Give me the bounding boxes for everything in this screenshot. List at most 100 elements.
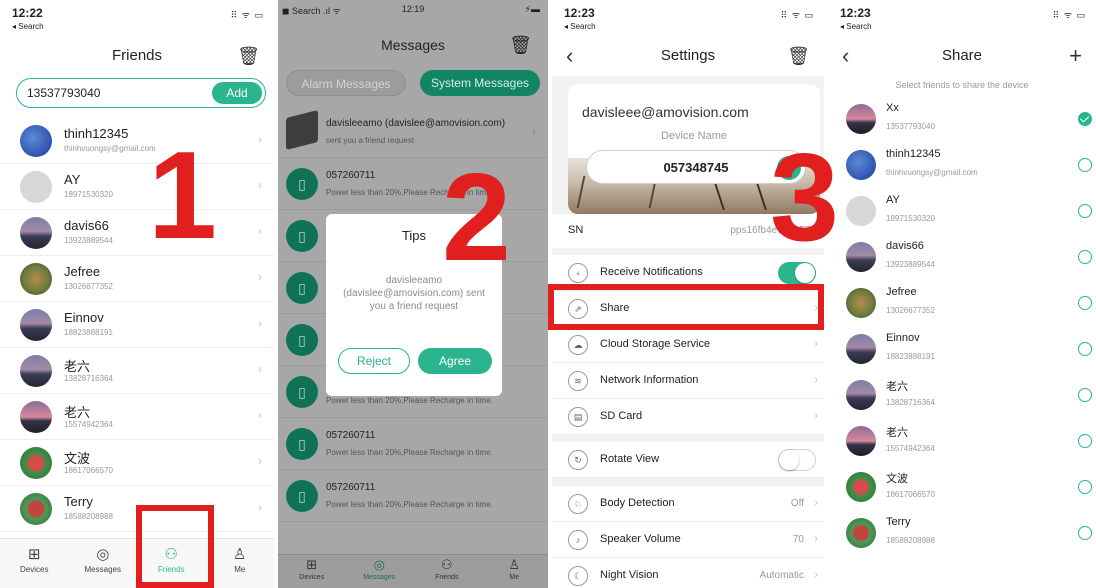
trash-icon[interactable]: 🗑 — [509, 28, 532, 62]
me-icon: ♙ — [508, 557, 521, 572]
chevron-right-icon: › — [258, 132, 262, 146]
tab-me[interactable]: ♙ Me — [481, 555, 549, 588]
list-item[interactable]: 老六 13828716364 — [828, 372, 1096, 418]
agree-button[interactable]: Agree — [418, 348, 492, 374]
trash-icon[interactable]: 🗑 — [787, 36, 810, 76]
setting-network-information[interactable]: ≋ Network Information › — [552, 363, 824, 399]
highlight-share-row — [548, 284, 824, 330]
avatar — [20, 493, 52, 525]
friend-contact: 18823888191 — [886, 352, 935, 361]
friend-contact: 18617066570 — [886, 490, 935, 499]
tab-alarm-messages[interactable]: Alarm Messages — [286, 70, 406, 96]
list-item[interactable]: 文波 18617066570 › — [0, 440, 274, 486]
header: ‹ Settings 🗑 — [552, 36, 824, 76]
battery-icon: ▯ — [286, 376, 318, 408]
back-chevron-icon[interactable]: ‹ — [566, 36, 573, 76]
messages-icon: ◎ — [96, 546, 110, 563]
list-item[interactable]: Jefree 13026677352 › — [0, 256, 274, 302]
list-item[interactable]: davis66 13923889544 — [828, 234, 1096, 280]
list-item[interactable]: Einnov 18823888191 › — [0, 302, 274, 348]
devices-icon: ⊞ — [306, 557, 318, 572]
list-item[interactable]: AY 18971530320 — [828, 188, 1096, 234]
chevron-right-icon: › — [258, 454, 262, 468]
setting-body-detection[interactable]: ♘ Body Detection Off › — [552, 486, 824, 522]
list-item[interactable]: davis66 13923889544 › — [0, 210, 274, 256]
tab-messages[interactable]: ◎ Messages — [346, 555, 414, 588]
list-item[interactable]: ▯ 057260711 Power less than 20%,Please Rec… — [278, 418, 548, 470]
signal-wifi-battery-icon: ⠿ ᯤ ▭ — [780, 10, 814, 20]
reject-button[interactable]: Reject — [338, 348, 410, 374]
setting-value: Automatic — [759, 570, 804, 581]
back-chevron-icon[interactable]: ‹ — [842, 36, 849, 76]
friend-contact: thinhvuongsy@gmail.com — [64, 144, 156, 153]
select-radio[interactable] — [1078, 342, 1092, 356]
select-radio[interactable] — [1078, 158, 1092, 172]
cloud-storage-service-icon: ☁ — [568, 335, 588, 355]
select-radio[interactable] — [1078, 388, 1092, 402]
setting-value: Off — [790, 498, 804, 509]
chevron-right-icon: › — [814, 410, 818, 422]
select-radio[interactable] — [1078, 250, 1092, 264]
friend-contact: 15574942364 — [64, 420, 113, 429]
add-friend-button[interactable]: Add — [212, 82, 262, 104]
list-item[interactable]: 文波 18617066570 — [828, 464, 1096, 510]
list-item[interactable]: AY 18971530320 › — [0, 164, 274, 210]
setting-label: Cloud Storage Service — [600, 338, 711, 350]
battery-icon: ▯ — [286, 480, 318, 512]
list-item[interactable]: 老六 15574942364 — [828, 418, 1096, 464]
list-item[interactable]: thinh12345 thinhvuongsy@gmail.com › — [0, 118, 274, 164]
page-title: Share — [941, 47, 983, 64]
select-radio[interactable] — [1078, 296, 1092, 310]
select-radio[interactable] — [1078, 204, 1092, 218]
setting-rotate-view[interactable]: ↻ Rotate View — [552, 442, 824, 478]
tab-messages[interactable]: ◎ Messages — [69, 539, 138, 588]
list-item[interactable]: ▯ 057260711 Power less than 20%,Please Rec… — [278, 470, 548, 522]
avatar — [20, 401, 52, 433]
message-title: 057260711 — [326, 170, 376, 181]
list-item[interactable]: Jefree 13026677352 — [828, 280, 1096, 326]
tab-me[interactable]: ♙ Me — [206, 539, 275, 588]
trash-icon[interactable]: 🗑 — [237, 36, 260, 76]
list-item[interactable]: Xx 13537793040 — [828, 96, 1096, 142]
toggle-switch[interactable] — [778, 449, 816, 471]
back-to-search-link[interactable]: ◂ Search — [840, 22, 872, 31]
select-radio[interactable] — [1078, 434, 1092, 448]
friend-contact: 18617066570 — [64, 466, 113, 475]
message-text: Power less than 20%,Please Recharge in t… — [326, 396, 493, 405]
tab-friends[interactable]: ⚇ Friends — [413, 555, 481, 588]
tab-devices[interactable]: ⊞ Devices — [278, 555, 346, 588]
list-item[interactable]: 老六 15574942364 › — [0, 394, 274, 440]
tab-system-messages[interactable]: System Messages — [420, 70, 540, 96]
plus-icon[interactable]: + — [1069, 36, 1082, 76]
tab-label: Messages — [363, 574, 396, 581]
list-item[interactable]: thinh12345 thinhvuongsy@gmail.com — [828, 142, 1096, 188]
setting-value: 70 — [792, 534, 804, 545]
chevron-right-icon: › — [814, 338, 818, 350]
friend-contact: 13026677352 — [64, 282, 113, 291]
search-input[interactable]: 13537793040 Add — [16, 78, 266, 108]
list-item[interactable]: Einnov 18823888191 — [828, 326, 1096, 372]
chevron-right-icon: › — [814, 497, 818, 509]
friend-name: Einnov — [64, 310, 104, 325]
list-item[interactable]: 老六 13828716364 › — [0, 348, 274, 394]
tab-label: Messages — [84, 565, 121, 574]
select-radio[interactable] — [1078, 526, 1092, 540]
avatar — [846, 426, 876, 456]
select-radio[interactable] — [1078, 480, 1092, 494]
chevron-right-icon: › — [258, 178, 262, 192]
avatar — [20, 355, 52, 387]
tab-devices[interactable]: ⊞ Devices — [0, 539, 69, 588]
back-to-search-link[interactable]: ◂ Search — [564, 22, 596, 31]
setting-night-vision[interactable]: ☾ Night Vision Automatic › — [552, 558, 824, 588]
header: ‹ Share + — [828, 36, 1096, 76]
back-to-search-link[interactable]: ◂ Search — [12, 22, 44, 31]
avatar — [20, 125, 52, 157]
list-item[interactable]: Terry 18588208988 — [828, 510, 1096, 556]
setting-sd-card[interactable]: ▤ SD Card › — [552, 399, 824, 435]
setting-cloud-storage-service[interactable]: ☁ Cloud Storage Service › — [552, 327, 824, 363]
friend-list: thinh12345 thinhvuongsy@gmail.com › AY 18971… — [0, 118, 274, 532]
avatar — [846, 196, 876, 226]
setting-speaker-volume[interactable]: ♪ Speaker Volume 70 › — [552, 522, 824, 558]
select-radio[interactable] — [1078, 112, 1092, 126]
tab-label: Me — [234, 565, 246, 574]
